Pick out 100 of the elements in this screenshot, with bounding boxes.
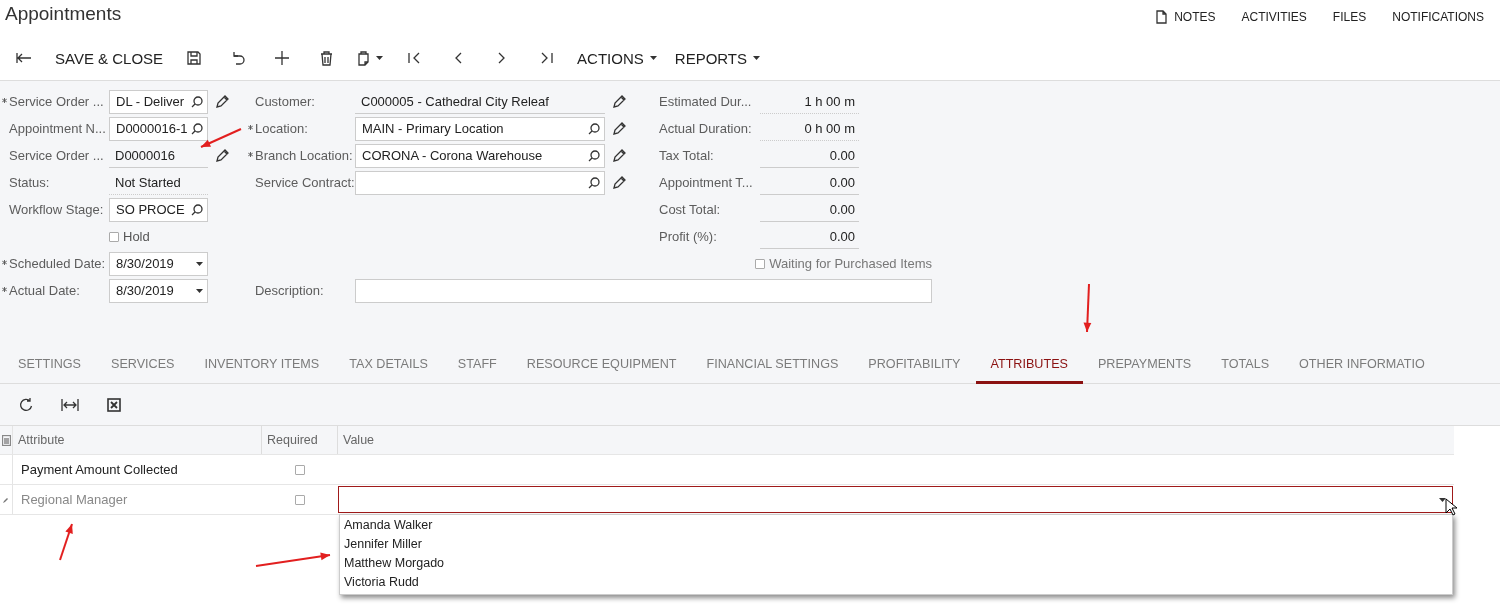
field-label: Description: [254,283,325,298]
caret-icon [376,56,384,60]
field-label: Customer: [255,94,316,109]
field-label: Cost Total: [659,202,722,217]
caret-icon [753,56,761,60]
tab[interactable]: RESOURCE EQUIPMENT [511,343,692,384]
tab[interactable]: OTHER INFORMATIO [1284,343,1440,384]
checkbox[interactable] [295,464,305,475]
delete-icon [319,50,333,66]
caret-icon [196,288,203,293]
previous-icon [454,52,463,64]
pencil-icon[interactable] [613,95,626,108]
page-title: Appointments [5,3,122,25]
search-icon[interactable] [588,149,600,162]
lookup-field[interactable]: D0000016-1 [109,116,208,141]
search-icon[interactable] [191,122,203,135]
search-icon[interactable] [191,203,203,216]
caret-icon [196,261,203,266]
tab[interactable]: SERVICES [96,343,190,384]
spreadsheet-icon [107,397,121,412]
dropdown-option[interactable]: Jennifer Miller [340,535,1452,554]
add-icon [275,51,290,65]
checkbox[interactable]: Hold [109,229,150,244]
field-value: 0 h 00 m [760,116,859,141]
dropdown-field[interactable] [338,486,1453,513]
lookup-field[interactable]: MAIN - Primary Location [355,116,605,141]
annotation-arrow [59,523,73,561]
dropdown-option[interactable]: Amanda Walker [340,516,1452,535]
field-value: 1 h 00 m [760,89,859,114]
field-label: Service Order ... [9,94,105,109]
header-link[interactable]: NOTIFICATIONS [1392,10,1484,24]
tab[interactable]: PROFITABILITY [853,343,976,384]
save-close-button[interactable]: SAVE & CLOSE [46,40,173,76]
dropdown-option[interactable]: Victoria Rudd [340,573,1452,592]
lookup-field[interactable]: DL - Deliver [109,89,208,114]
undo-icon [230,51,247,65]
lookup-field[interactable] [355,170,605,195]
menu-button[interactable]: ACTIONS [568,40,666,76]
lookup-field[interactable]: CORONA - Corona Warehouse [355,143,605,168]
tab[interactable]: FINANCIAL SETTINGS [691,343,854,384]
tab[interactable]: TOTALS [1206,343,1285,384]
annotation-arrow [200,128,242,148]
pencil-icon [3,496,9,503]
date-field[interactable]: 8/30/2019 [109,278,208,303]
field-label: Actual Date: [9,283,81,298]
header-link[interactable]: NOTES [1156,10,1216,24]
field-label: Profit (%): [659,229,718,244]
refresh-icon [19,397,33,412]
field-label: Scheduled Date: [9,256,107,271]
field-label: Tax Total: [659,148,715,163]
checkbox[interactable] [295,494,305,505]
tab[interactable]: STAFF [442,343,512,384]
menu-button[interactable]: REPORTS [665,40,770,76]
tab[interactable]: TAX DETAILS [334,343,443,384]
field-label: Branch Location: [255,148,354,163]
tab[interactable]: INVENTORY ITEMS [189,343,335,384]
save-icon [187,51,202,65]
date-field[interactable]: 8/30/2019 [109,251,208,276]
document-icon [1156,10,1168,24]
column-settings-icon[interactable] [1,434,11,446]
field-value: Not Started [109,170,208,195]
search-icon[interactable] [588,122,600,135]
field-label: Appointment T... [659,175,754,190]
field-label: Actual Duration: [659,121,753,136]
lookup-field[interactable]: SO PROCE [109,197,208,222]
column-header[interactable]: Required [262,426,338,454]
pencil-icon[interactable] [613,122,626,135]
back-arrow-icon [16,52,32,64]
field-value: C000005 - Cathedral City Releaf [355,89,605,114]
field-value: 0.00 [760,143,859,168]
pencil-icon[interactable] [216,149,229,162]
search-icon[interactable] [588,176,600,189]
search-icon[interactable] [191,95,203,108]
field-value: 0.00 [760,197,859,222]
description-field[interactable] [354,278,932,303]
pencil-icon[interactable] [216,95,229,108]
tab[interactable]: SETTINGS [3,343,96,384]
dropdown-option[interactable]: Matthew Morgado [340,554,1452,573]
field-label: Estimated Dur... [659,94,753,109]
field-value: 0.00 [760,170,859,195]
clipboard-icon [357,50,371,66]
field-label: Service Order ... [9,148,105,163]
fit-width-icon [61,398,79,411]
field-label: Location: [255,121,309,136]
tab[interactable]: PREPAYMENTS [1082,343,1207,384]
header-link[interactable]: ACTIVITIES [1241,10,1307,24]
pencil-icon[interactable] [613,176,626,189]
next-icon [498,52,507,64]
header-link[interactable]: FILES [1332,10,1367,24]
pencil-icon[interactable] [613,149,626,162]
column-header[interactable]: Value [338,426,1454,454]
field-label: Service Contract: [255,175,355,190]
last-page-icon [539,52,553,64]
field-value: 0.00 [760,224,859,249]
column-header[interactable]: Attribute [13,426,262,454]
annotation-arrow [1083,283,1092,333]
caret-icon [649,56,657,60]
table-cell: Regional Manager [21,492,128,507]
caret-icon [1439,497,1446,502]
table-cell: Payment Amount Collected [21,462,178,477]
